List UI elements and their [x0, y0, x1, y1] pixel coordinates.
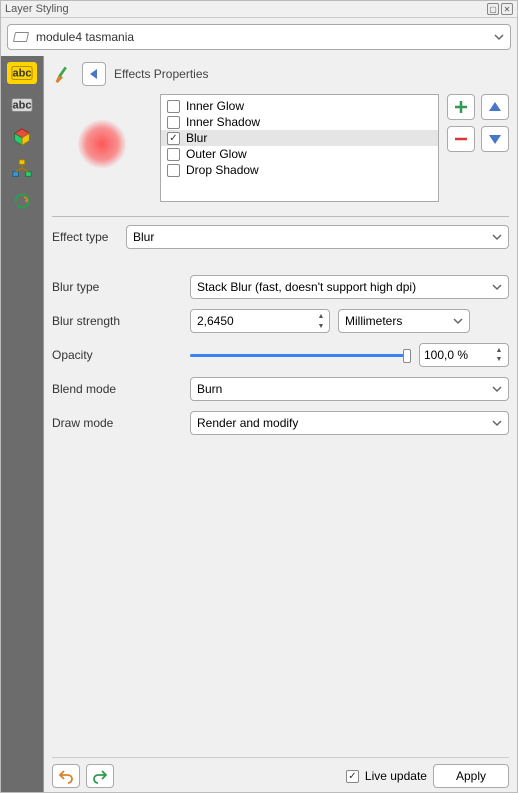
list-item[interactable]: Outer Glow	[161, 146, 438, 162]
stepper-up-icon[interactable]: ▲	[494, 346, 504, 355]
list-item[interactable]: Inner Shadow	[161, 114, 438, 130]
draw-mode-select[interactable]: Render and modify	[190, 411, 509, 435]
stepper-down-icon[interactable]: ▼	[315, 321, 327, 331]
opacity-slider[interactable]	[190, 347, 411, 363]
move-down-button[interactable]	[481, 126, 509, 152]
chevron-down-icon	[492, 384, 502, 394]
chevron-down-icon	[453, 316, 463, 326]
tab-labels[interactable]: abc	[7, 62, 37, 84]
draw-mode-label: Draw mode	[52, 416, 182, 430]
effect-type-select[interactable]: Blur	[126, 225, 509, 249]
opacity-value: 100,0 %	[424, 348, 468, 362]
list-item[interactable]: Drop Shadow	[161, 162, 438, 178]
tab-3d[interactable]	[7, 126, 37, 148]
chevron-down-icon	[492, 418, 502, 428]
chevron-down-icon	[492, 282, 502, 292]
blur-strength-unit: Millimeters	[345, 314, 402, 328]
apply-button[interactable]: Apply	[433, 764, 509, 788]
effect-type-value: Blur	[133, 230, 154, 244]
layer-styling-panel: Layer Styling ▢ ✕ module4 tasmania abc a…	[0, 0, 518, 793]
header-title: Effects Properties	[114, 67, 209, 81]
checkbox[interactable]	[167, 116, 180, 129]
list-item[interactable]: ✓ Blur	[161, 130, 438, 146]
redo-button[interactable]	[86, 764, 114, 788]
effects-properties-content: Effects Properties Inner Glow Inner Shad…	[43, 56, 517, 792]
opacity-spin[interactable]: 100,0 % ▲▼	[419, 343, 509, 367]
back-button[interactable]	[82, 62, 106, 86]
blend-mode-value: Burn	[197, 382, 222, 396]
divider	[52, 216, 509, 217]
effect-label: Inner Glow	[186, 99, 244, 113]
draw-mode-value: Render and modify	[197, 416, 298, 430]
move-up-button[interactable]	[481, 94, 509, 120]
effect-preview	[52, 94, 152, 194]
effects-list[interactable]: Inner Glow Inner Shadow ✓ Blur Outer Glo…	[160, 94, 439, 202]
tab-history[interactable]	[7, 190, 37, 212]
checkbox[interactable]	[167, 148, 180, 161]
layer-combobox[interactable]: module4 tasmania	[7, 24, 511, 50]
blur-type-select[interactable]: Stack Blur (fast, doesn't support high d…	[190, 275, 509, 299]
stepper-up-icon[interactable]: ▲	[315, 311, 327, 321]
svg-text:abc: abc	[13, 100, 32, 112]
blend-mode-select[interactable]: Burn	[190, 377, 509, 401]
effect-label: Inner Shadow	[186, 115, 260, 129]
minus-icon	[453, 131, 469, 147]
svg-text:abc: abc	[13, 68, 32, 80]
remove-effect-button[interactable]	[447, 126, 475, 152]
chevron-down-icon	[492, 232, 502, 242]
checkbox[interactable]	[167, 100, 180, 113]
triangle-left-icon	[87, 67, 101, 81]
checkbox[interactable]: ✓	[167, 132, 180, 145]
live-update-label: Live update	[365, 769, 427, 783]
brush-icon	[52, 63, 74, 85]
live-update-checkbox[interactable]: ✓	[346, 770, 359, 783]
blur-type-label: Blur type	[52, 280, 182, 294]
blur-strength-unit-select[interactable]: Millimeters	[338, 309, 470, 333]
checkbox[interactable]	[167, 164, 180, 177]
blur-strength-label: Blur strength	[52, 314, 182, 328]
redo-icon	[92, 768, 108, 784]
blur-type-value: Stack Blur (fast, doesn't support high d…	[197, 280, 416, 294]
effect-label: Blur	[186, 131, 207, 145]
panel-title: Layer Styling	[5, 3, 485, 15]
blur-strength-value: 2,6450	[197, 314, 234, 328]
dock-icon[interactable]: ▢	[487, 3, 499, 15]
tab-masks[interactable]: abc	[7, 94, 37, 116]
undo-button[interactable]	[52, 764, 80, 788]
close-icon[interactable]: ✕	[501, 3, 513, 15]
blur-preview-circle	[77, 119, 127, 169]
triangle-down-icon	[487, 131, 503, 147]
panel-titlebar: Layer Styling ▢ ✕	[1, 1, 517, 18]
blur-strength-spin[interactable]: 2,6450 ▲▼	[190, 309, 330, 333]
triangle-up-icon	[487, 99, 503, 115]
effect-label: Outer Glow	[186, 147, 247, 161]
layer-name: module4 tasmania	[36, 30, 494, 44]
blend-mode-label: Blend mode	[52, 382, 182, 396]
tab-diagrams[interactable]	[7, 158, 37, 180]
polygon-icon	[13, 32, 29, 42]
chevron-down-icon	[494, 32, 504, 42]
undo-icon	[58, 768, 74, 784]
opacity-label: Opacity	[52, 348, 182, 362]
list-item[interactable]: Inner Glow	[161, 98, 438, 114]
effect-type-label: Effect type	[52, 230, 114, 244]
style-tabs-sidebar: abc abc	[1, 56, 43, 792]
effect-label: Drop Shadow	[186, 163, 259, 177]
add-effect-button[interactable]	[447, 94, 475, 120]
plus-icon	[453, 99, 469, 115]
stepper-down-icon[interactable]: ▼	[494, 355, 504, 364]
